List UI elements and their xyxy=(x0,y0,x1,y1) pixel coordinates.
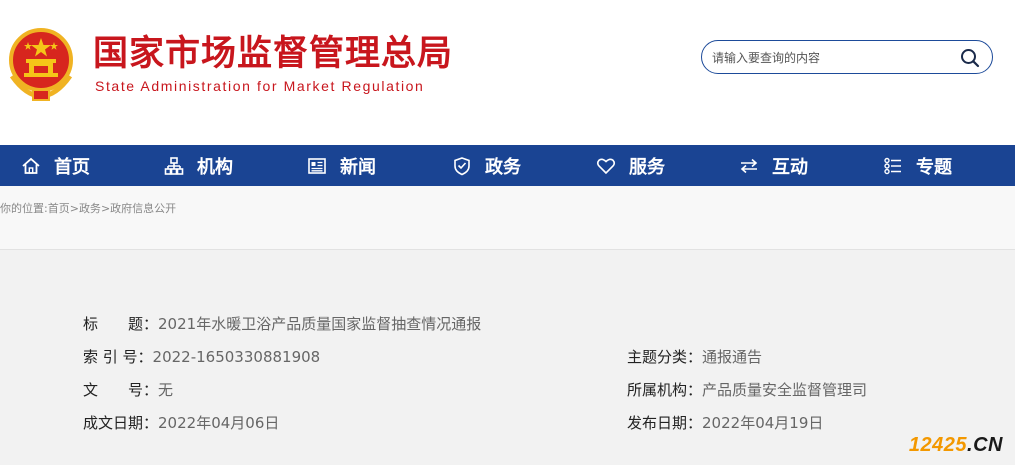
info-row-made-date: 成文日期：2022年04月06日 xyxy=(83,413,279,433)
info-row-doc-number: 文 号：无 xyxy=(83,380,173,400)
nav-item-label: 互动 xyxy=(772,156,808,178)
info-row-publish-date: 发布日期：2022年04月19日 xyxy=(627,413,823,433)
nav-item-home[interactable]: 首页 xyxy=(20,145,90,186)
national-emblem-logo[interactable] xyxy=(6,26,76,102)
info-row-department: 所属机构：产品质量安全监督管理司 xyxy=(627,380,867,400)
nav-item-interaction[interactable]: 互动 xyxy=(738,145,808,186)
site-header: 国家市场监督管理总局 State Administration for Mark… xyxy=(0,0,1015,145)
newspaper-icon xyxy=(306,155,328,177)
watermark-number: 12425 xyxy=(908,434,968,456)
site-watermark: 12425.CN xyxy=(909,434,1003,457)
shield-icon xyxy=(451,155,473,177)
search-input[interactable] xyxy=(712,47,952,69)
site-title[interactable]: 国家市场监督管理总局 xyxy=(93,34,453,74)
breadcrumb-area: 你的位置:首页>政务>政府信息公开 xyxy=(0,186,1015,249)
category-value: 通报通告 xyxy=(702,348,763,366)
home-icon xyxy=(20,155,42,177)
breadcrumb-link-affairs[interactable]: 政务 xyxy=(79,202,101,215)
category-label: 主题分类： xyxy=(627,348,703,366)
nav-item-services[interactable]: 服务 xyxy=(595,145,665,186)
nav-item-label: 专题 xyxy=(916,156,952,178)
title-label: 标 题： xyxy=(83,315,159,333)
publish-date-label: 发布日期： xyxy=(627,414,703,432)
publish-date-value: 2022年04月19日 xyxy=(702,414,824,432)
info-row-index: 索 引 号：2022-1650330881908 xyxy=(83,347,320,367)
doc-number-value: 无 xyxy=(158,381,174,399)
heart-icon xyxy=(595,155,617,177)
nav-item-news[interactable]: 新闻 xyxy=(306,145,376,186)
doc-number-label: 文 号： xyxy=(83,381,159,399)
main-nav: 首页 机构 新闻 政务 服务 互动 专题 xyxy=(0,145,1015,186)
nav-item-label: 政务 xyxy=(485,156,521,178)
org-chart-icon xyxy=(163,155,185,177)
breadcrumb-link-gov-info[interactable]: 政府信息公开 xyxy=(110,202,176,215)
nav-item-label: 首页 xyxy=(54,156,90,178)
index-label: 索 引 号： xyxy=(83,348,153,366)
nav-item-organization[interactable]: 机构 xyxy=(163,145,233,186)
made-date-value: 2022年04月06日 xyxy=(158,414,280,432)
title-value: 2021年水暖卫浴产品质量国家监督抽查情况通报 xyxy=(158,315,482,333)
info-row-title: 标 题：2021年水暖卫浴产品质量国家监督抽查情况通报 xyxy=(83,314,481,334)
breadcrumb-link-home[interactable]: 首页 xyxy=(48,202,70,215)
info-row-category: 主题分类：通报通告 xyxy=(627,347,762,367)
made-date-label: 成文日期： xyxy=(83,414,159,432)
index-value: 2022-1650330881908 xyxy=(152,348,321,366)
nav-item-topics[interactable]: 专题 xyxy=(882,145,952,186)
breadcrumb-separator: > xyxy=(69,202,79,215)
topics-list-icon xyxy=(882,155,904,177)
search-box xyxy=(701,40,993,74)
department-label: 所属机构： xyxy=(627,381,703,399)
breadcrumb-separator: > xyxy=(100,202,111,215)
document-info-panel: 标 题：2021年水暖卫浴产品质量国家监督抽查情况通报 索 引 号：2022-1… xyxy=(0,249,1015,465)
search-icon[interactable] xyxy=(960,48,980,68)
nav-item-label: 机构 xyxy=(197,156,233,178)
department-value: 产品质量安全监督管理司 xyxy=(702,381,868,399)
nav-item-label: 新闻 xyxy=(340,156,376,178)
swap-arrows-icon xyxy=(738,155,760,177)
breadcrumb: 你的位置:首页>政务>政府信息公开 xyxy=(0,200,176,216)
nav-item-label: 服务 xyxy=(629,156,665,178)
site-subtitle: State Administration for Market Regulati… xyxy=(95,78,425,94)
watermark-suffix: .CN xyxy=(967,434,1003,456)
breadcrumb-prefix: 你的位置: xyxy=(0,202,48,215)
nav-item-government-affairs[interactable]: 政务 xyxy=(451,145,521,186)
